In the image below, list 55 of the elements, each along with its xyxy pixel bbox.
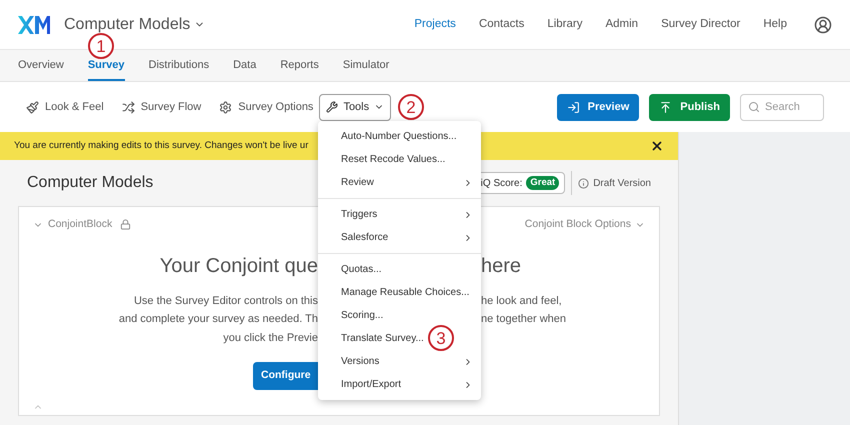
upload-icon xyxy=(659,100,672,114)
menu-item[interactable]: Reset Recode Values... xyxy=(318,148,481,171)
description-text: Use the Survey Editor controls on this xyxy=(132,294,318,309)
description-text: he look and feel, xyxy=(481,294,563,309)
menu-item[interactable]: Manage Reusable Choices... xyxy=(318,281,481,304)
search-field[interactable]: Search xyxy=(740,94,824,120)
nav-link[interactable]: Admin xyxy=(605,16,638,34)
enter-icon xyxy=(566,100,580,114)
survey-options-button[interactable]: Survey Options xyxy=(219,98,314,116)
gear-icon xyxy=(219,100,232,114)
tab[interactable]: Data xyxy=(233,56,256,81)
nav-link[interactable]: Survey Director xyxy=(661,16,740,34)
block-heading: here xyxy=(481,254,522,279)
tab[interactable]: Reports xyxy=(280,56,319,81)
xm-logo[interactable] xyxy=(18,16,50,34)
iq-label: iQ Score: xyxy=(480,176,522,190)
tab[interactable]: Simulator xyxy=(342,56,390,81)
callout-marker: 2 xyxy=(398,94,424,120)
callout-marker: 3 xyxy=(428,325,454,351)
survey-title: Computer Models xyxy=(27,173,154,193)
wrench-icon xyxy=(326,101,338,113)
nav-link[interactable]: Help xyxy=(763,16,787,34)
info-icon xyxy=(578,178,590,188)
preview-button[interactable]: Preview xyxy=(556,94,640,120)
tab[interactable]: Distributions xyxy=(148,56,210,81)
description-text: and complete your survey as needed. Th xyxy=(118,312,318,328)
menu-item[interactable]: Auto-Number Questions... xyxy=(318,125,481,148)
menu-item[interactable]: Scoring... xyxy=(318,304,481,327)
lock-icon xyxy=(120,219,132,230)
block-heading: Your Conjoint que xyxy=(158,254,318,279)
callout-marker: 1 xyxy=(88,33,114,59)
shuffle-icon xyxy=(122,100,135,114)
publish-button[interactable]: Publish xyxy=(649,94,730,120)
menu-item[interactable]: Translate Survey... 3 xyxy=(318,327,481,350)
description-text: ne together when xyxy=(481,312,568,328)
nav-link[interactable]: Projects xyxy=(414,16,456,34)
score-badge: Great xyxy=(526,176,560,190)
close-icon[interactable] xyxy=(650,139,664,153)
survey-flow-button[interactable]: Survey Flow xyxy=(122,98,202,116)
draft-version-label: Draft Version xyxy=(593,176,651,190)
tools-button[interactable]: Tools xyxy=(319,94,392,120)
menu-item[interactable]: Quotas... xyxy=(318,258,481,281)
description-text: you click the Previe xyxy=(222,330,318,346)
tab[interactable]: Overview xyxy=(18,56,64,81)
banner-text: You are currently making edits to this survey. Changes won't be live ur xyxy=(14,138,308,153)
block-options[interactable]: Conjoint Block Options xyxy=(524,217,645,233)
brush-icon xyxy=(26,100,39,114)
user-icon[interactable] xyxy=(814,16,832,34)
search-icon xyxy=(748,100,760,112)
nav-link[interactable]: Contacts xyxy=(478,16,524,34)
nav-link[interactable]: Library xyxy=(547,16,582,34)
look-feel-button[interactable]: Look & Feel xyxy=(26,98,104,116)
block-name: ConjointBlock xyxy=(48,217,112,232)
menu-item[interactable]: Salesforce xyxy=(318,226,481,249)
menu-item[interactable]: Triggers xyxy=(318,203,481,226)
